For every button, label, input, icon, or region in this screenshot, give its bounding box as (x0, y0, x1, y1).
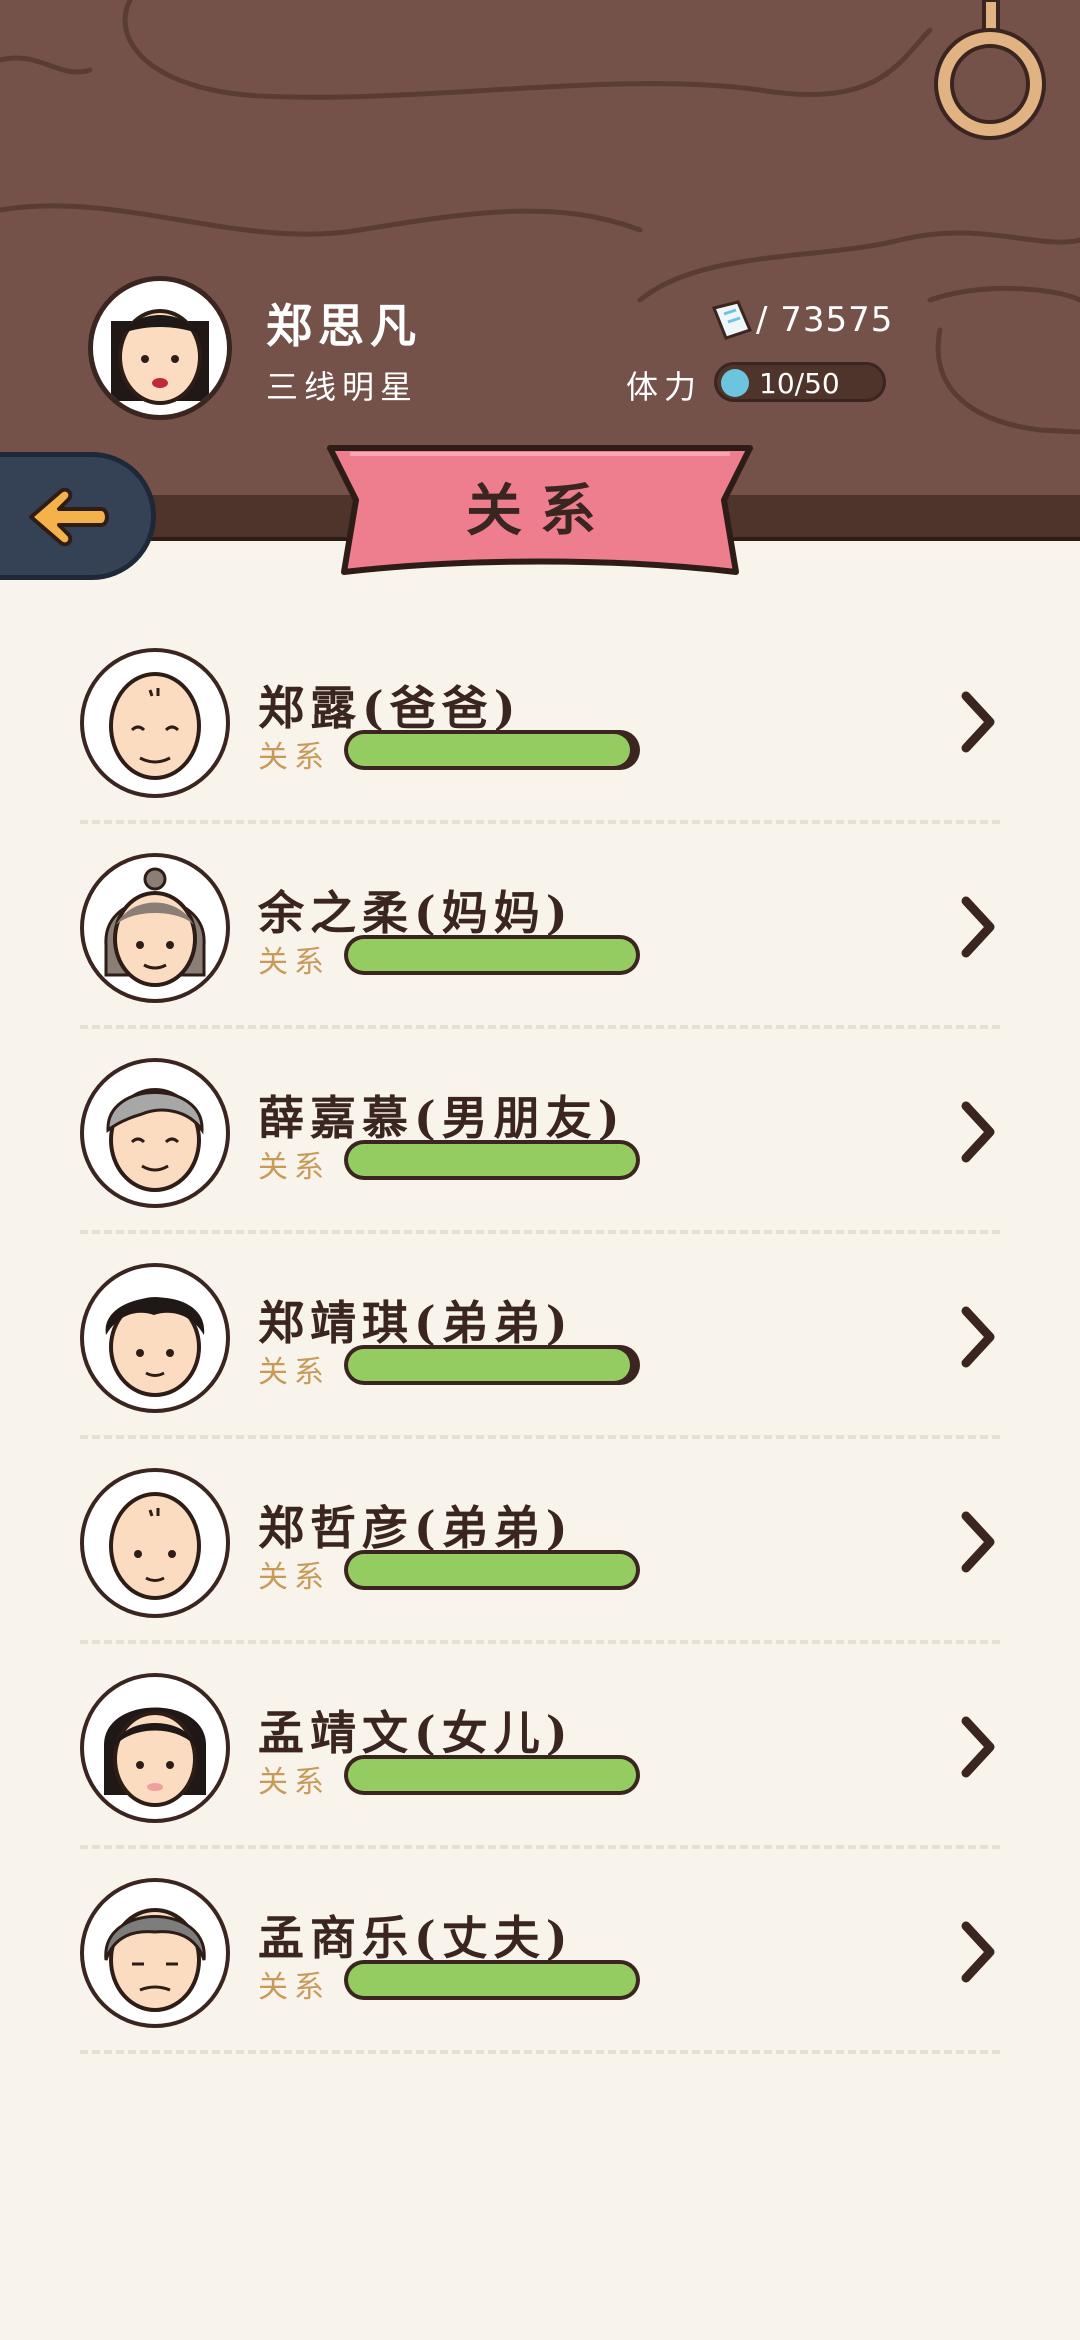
row-divider (80, 1640, 1000, 1644)
relationship-label: 关系 (258, 1150, 330, 1185)
row-divider (80, 1230, 1000, 1234)
relationship-row-mother[interactable]: 余之柔(妈妈) 关系 (0, 845, 1080, 1050)
relationship-name: 孟靖文(女儿) (258, 1706, 574, 1760)
daughter-portrait (104, 1707, 206, 1807)
avatar (80, 1468, 230, 1618)
relationship-row-brother-1[interactable]: 郑靖琪(弟弟) 关系 (0, 1255, 1080, 1460)
brother-portrait (105, 1297, 205, 1397)
boyfriend-portrait (106, 1088, 204, 1192)
relationship-label: 关系 (258, 1970, 330, 2005)
avatar (80, 1263, 230, 1413)
stamina-label: 体力 (626, 368, 703, 406)
avatar (80, 1878, 230, 2028)
header-panel: 郑思凡 三线明星 / 73575 体力 10/50 (0, 0, 1080, 495)
relationship-name: 余之柔(妈妈) (258, 886, 574, 940)
relationship-bar-fill (348, 1759, 636, 1791)
relationship-name: 孟商乐(丈夫) (258, 1911, 574, 1965)
player-avatar[interactable] (88, 276, 232, 420)
stamina-bar: 10/50 (714, 362, 886, 402)
stamina-value: 10/50 (759, 367, 840, 400)
chevron-right-icon (961, 1511, 995, 1573)
chevron-right-icon (961, 1716, 995, 1778)
husband-portrait (104, 1908, 206, 2012)
chevron-right-icon (961, 1921, 995, 1983)
relationship-label: 关系 (258, 740, 330, 775)
player-name: 郑思凡 (266, 299, 422, 353)
row-divider (80, 1845, 1000, 1849)
relationship-row-daughter[interactable]: 孟靖文(女儿) 关系 (0, 1665, 1080, 1870)
chevron-right-icon (961, 896, 995, 958)
relationship-label: 关系 (258, 1765, 330, 1800)
money-value: / 73575 (756, 300, 894, 340)
relationship-bar-fill (348, 734, 631, 766)
relationship-row-father[interactable]: 郑露(爸爸) 关系 (0, 640, 1080, 845)
chevron-right-icon (961, 1306, 995, 1368)
relationship-name: 郑露(爸爸) (258, 681, 522, 735)
relationship-row-husband[interactable]: 孟商乐(丈夫) 关系 (0, 1870, 1080, 2075)
player-portrait (111, 309, 209, 405)
pull-ring-icon[interactable] (930, 0, 1050, 140)
row-divider (80, 2050, 1000, 2054)
relationship-bar-fill (348, 1554, 636, 1586)
row-divider (80, 1435, 1000, 1439)
relationship-name: 郑哲彦(弟弟) (258, 1501, 574, 1555)
relationship-name: 郑靖琪(弟弟) (258, 1296, 574, 1350)
page-title: 关系 (466, 478, 614, 544)
relationship-row-brother-2[interactable]: 郑哲彦(弟弟) 关系 (0, 1460, 1080, 1665)
relationship-label: 关系 (258, 1560, 330, 1595)
relationship-bar (344, 935, 640, 975)
avatar (80, 1058, 230, 1208)
relationship-bar (344, 1755, 640, 1795)
row-divider (80, 1025, 1000, 1029)
banknote-icon (711, 300, 753, 340)
relationship-bar (344, 1550, 640, 1590)
wood-grain-background (0, 0, 1080, 435)
relationship-label: 关系 (258, 945, 330, 980)
back-button[interactable] (0, 452, 156, 580)
relationship-bar-fill (348, 1144, 636, 1176)
brother-bald-portrait (109, 1492, 201, 1600)
relationship-row-boyfriend[interactable]: 薛嘉慕(男朋友) 关系 (0, 1050, 1080, 1255)
avatar (80, 1673, 230, 1823)
relationship-bar-fill (348, 1349, 631, 1381)
back-arrow-icon (29, 487, 109, 547)
row-divider (80, 820, 1000, 824)
relationship-bar-fill (348, 1964, 636, 1996)
relationship-label: 关系 (258, 1355, 330, 1390)
chevron-right-icon (961, 1101, 995, 1163)
avatar (80, 648, 230, 798)
relationship-bar-fill (348, 939, 636, 971)
relationship-bar (344, 730, 640, 770)
relationship-bar (344, 1960, 640, 2000)
relationship-bar (344, 1140, 640, 1180)
relationship-bar (344, 1345, 640, 1385)
avatar (80, 853, 230, 1003)
relationship-name: 薛嘉慕(男朋友) (258, 1091, 626, 1145)
stamina-icon (721, 369, 749, 397)
father-portrait (109, 672, 201, 780)
mother-portrait (104, 867, 206, 987)
chevron-right-icon (961, 691, 995, 753)
player-title: 三线明星 (266, 368, 419, 406)
